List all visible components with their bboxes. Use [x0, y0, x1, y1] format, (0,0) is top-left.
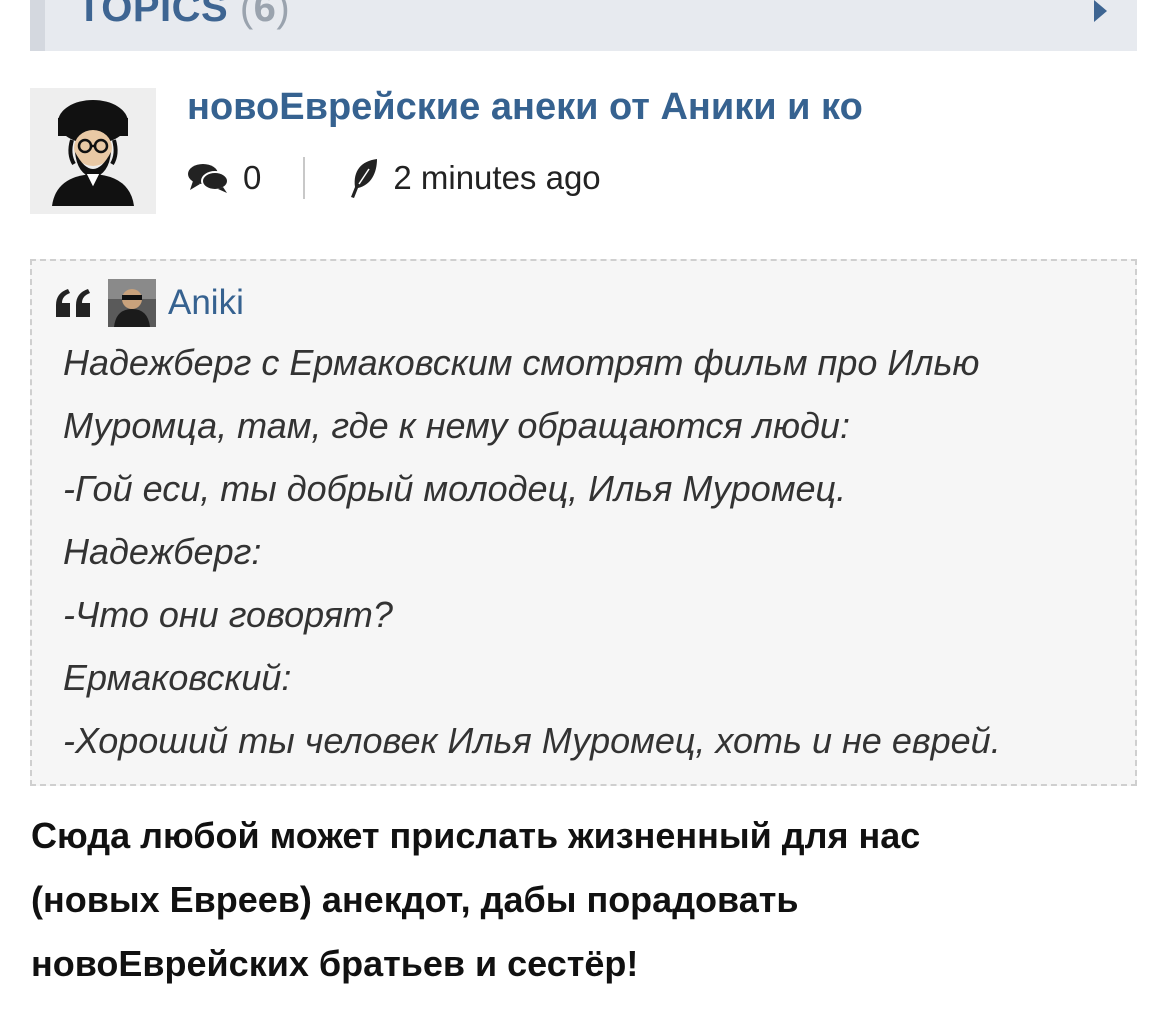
- topics-label: TOPICS: [77, 0, 229, 30]
- quote-author-link[interactable]: Aniki: [168, 283, 244, 323]
- topics-count: 6: [253, 0, 277, 30]
- topic-title-link[interactable]: новоЕврейские анеки от Аники и ко: [187, 86, 863, 129]
- quote-line: Муромца, там, где к нему обращаются люди…: [63, 405, 850, 446]
- quote-text: Надежберг с Ермаковским смотрят фильм пр…: [63, 331, 1001, 772]
- quote-header: Aniki: [54, 279, 244, 327]
- quote-line: -Что они говорят?: [63, 594, 393, 635]
- quote-left-icon: [56, 289, 90, 317]
- meta-divider: [303, 157, 306, 199]
- topics-header: TOPICS (6): [30, 0, 1137, 51]
- comments-icon: [188, 164, 229, 193]
- topics-title: TOPICS (6): [77, 0, 290, 31]
- description-line: Сюда любой может прислать жизненный для …: [31, 815, 921, 856]
- feather-icon: [351, 159, 378, 198]
- topics-count-open: (: [239, 0, 254, 30]
- time-ago[interactable]: 2 minutes ago: [393, 159, 600, 197]
- topic-author-avatar[interactable]: [30, 88, 156, 214]
- quote-block: Aniki Надежберг с Ермаковским смотрят фи…: [30, 259, 1137, 786]
- caret-right-icon[interactable]: [1094, 0, 1107, 22]
- quote-line: -Хороший ты человек Илья Муромец, хоть и…: [63, 720, 1001, 761]
- topic-description: Сюда любой может прислать жизненный для …: [31, 804, 1131, 996]
- quote-line: Надежберг с Ермаковским смотрят фильм пр…: [63, 342, 980, 383]
- description-line: (новых Евреев) анекдот, дабы порадовать: [31, 879, 799, 920]
- quote-line: Ермаковский:: [63, 657, 292, 698]
- description-line: новоЕврейских братьев и сестёр!: [31, 943, 639, 984]
- quote-line: -Гой еси, ты добрый молодец, Илья Муроме…: [63, 468, 847, 509]
- topic-meta: 0 2 minutes ago: [187, 156, 601, 200]
- comments-count[interactable]: 0: [243, 159, 261, 197]
- quote-line: Надежберг:: [63, 531, 262, 572]
- topics-count-close: ): [276, 0, 291, 30]
- quote-author-avatar[interactable]: [108, 279, 156, 327]
- hasidic-man-avatar-icon: [52, 100, 134, 206]
